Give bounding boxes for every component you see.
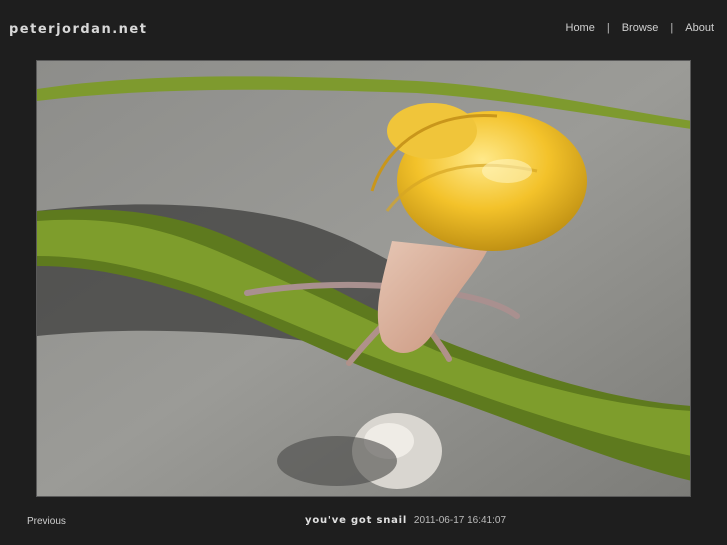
photo-datetime: 2011-06-17 16:41:07 [413, 515, 507, 526]
site-title[interactable]: peterjordan.net [9, 22, 147, 37]
nav-separator: | [670, 22, 674, 34]
nav-about-link[interactable]: About [685, 22, 714, 34]
nav-separator: | [606, 22, 610, 34]
snail-photo-image [37, 61, 690, 496]
photo-title: you've got snail [305, 515, 408, 526]
main-photo[interactable] [36, 60, 691, 497]
nav-home-link[interactable]: Home [566, 22, 595, 34]
main-nav: Home | Browse | About [566, 22, 715, 34]
nav-browse-link[interactable]: Browse [622, 22, 659, 34]
photo-caption: you've got snail 2011-06-17 16:41:07 [305, 515, 506, 526]
previous-link[interactable]: Previous [27, 516, 66, 527]
